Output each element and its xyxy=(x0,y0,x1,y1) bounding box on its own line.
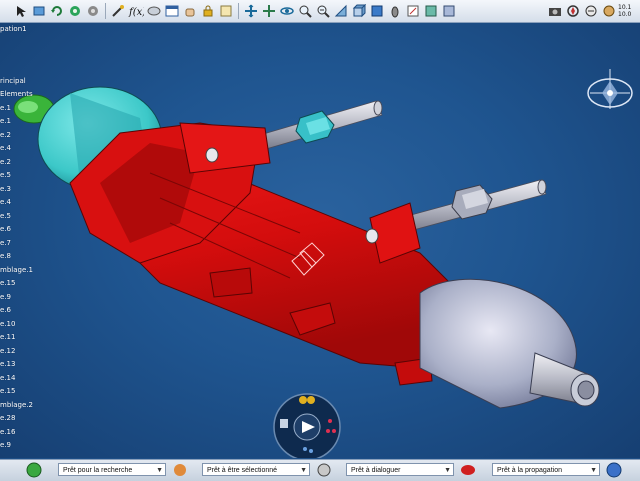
tree-item[interactable]: e.16 xyxy=(0,428,15,436)
tree-item[interactable]: pation1 xyxy=(0,25,27,33)
chevron-down-icon[interactable]: ▼ xyxy=(590,464,597,477)
rotate-view-icon[interactable] xyxy=(279,3,295,19)
tree-item[interactable]: e.10 xyxy=(0,320,15,328)
tree-item[interactable]: e.13 xyxy=(0,360,15,368)
scroll-icon[interactable] xyxy=(218,3,234,19)
tree-item[interactable]: e.8 xyxy=(0,252,11,260)
tree-item[interactable]: e.2 xyxy=(0,158,11,166)
cube-view-icon[interactable] xyxy=(369,3,385,19)
value-readout: 10.1 10.0 xyxy=(618,4,636,18)
rotate-icon[interactable] xyxy=(49,3,65,19)
search-green-icon[interactable] xyxy=(26,462,42,478)
tree-item[interactable]: mblage.2 xyxy=(0,401,33,409)
arrow-icon[interactable] xyxy=(13,3,29,19)
toolbar: f(x) 10.1 10.0 xyxy=(0,0,640,23)
tree-item[interactable]: e.4 xyxy=(0,198,11,206)
tree-item[interactable]: e.3 xyxy=(0,185,11,193)
settings-icon[interactable] xyxy=(85,3,101,19)
status-bar: Prêt pour la recherche ▼ Prêt à être séle… xyxy=(0,459,640,481)
compass-icon[interactable] xyxy=(565,3,581,19)
lower-shaft[interactable] xyxy=(399,179,547,233)
red-body[interactable] xyxy=(69,122,461,386)
status-field-4-label: Prêt à la propagation xyxy=(497,467,562,474)
measure-icon[interactable] xyxy=(583,3,599,19)
upper-shaft[interactable] xyxy=(259,100,383,150)
chat-icon[interactable] xyxy=(146,3,162,19)
analysis-icon[interactable] xyxy=(601,3,617,19)
status-field-2-label: Prêt à être sélectionné xyxy=(207,467,278,474)
tree-item[interactable]: e.11 xyxy=(0,333,15,341)
dialog-icon[interactable] xyxy=(316,462,332,478)
zoom-in-icon[interactable] xyxy=(297,3,313,19)
3d-viewport[interactable]: pation1 rincipal Elements e.1 e.1 e.2 e.4 e.2 e.… xyxy=(0,23,640,458)
tree-item[interactable]: e.9 xyxy=(0,293,11,301)
pan-icon[interactable] xyxy=(261,3,277,19)
tree-item[interactable]: e.2 xyxy=(0,131,11,139)
tree-item[interactable]: e.15 xyxy=(0,387,15,395)
tree-item[interactable]: e.6 xyxy=(0,306,11,314)
chevron-down-icon[interactable]: ▼ xyxy=(444,464,451,477)
recycle-icon[interactable] xyxy=(67,3,83,19)
tree-item[interactable]: e.7 xyxy=(0,239,11,247)
specification-tree[interactable]: pation1 rincipal Elements e.1 e.1 e.2 e.4 e.2 e.… xyxy=(0,23,80,458)
material-icon[interactable] xyxy=(441,3,457,19)
wand-icon[interactable] xyxy=(110,3,126,19)
tree-item[interactable]: mblage.1 xyxy=(0,266,33,274)
status-field-4[interactable]: Prêt à la propagation ▼ xyxy=(492,463,600,476)
select-icon[interactable] xyxy=(172,462,188,478)
value-bottom: 10.0 xyxy=(618,11,632,18)
chevron-down-icon[interactable]: ▼ xyxy=(156,464,163,477)
tree-item[interactable]: e.5 xyxy=(0,171,11,179)
tree-item[interactable]: Elements xyxy=(0,90,33,98)
tree-item[interactable]: e.14 xyxy=(0,374,15,382)
tree-item[interactable]: e.12 xyxy=(0,347,15,355)
propagation-icon[interactable] xyxy=(460,462,476,478)
mirror-icon[interactable] xyxy=(31,3,47,19)
zoom-out-icon[interactable] xyxy=(315,3,331,19)
status-field-2[interactable]: Prêt à être sélectionné ▼ xyxy=(202,463,310,476)
doc-icon[interactable] xyxy=(280,419,288,428)
iso-view-icon[interactable] xyxy=(351,3,367,19)
swap-space-icon[interactable] xyxy=(423,3,439,19)
hide-show-icon[interactable] xyxy=(405,3,421,19)
value-top: 10.1 xyxy=(618,4,632,11)
render-style-icon[interactable] xyxy=(387,3,403,19)
tree-item[interactable]: e.1 xyxy=(0,117,11,125)
camera-icon[interactable] xyxy=(547,3,563,19)
grey-nozzle[interactable] xyxy=(419,278,600,409)
svg-text:f(x): f(x) xyxy=(128,7,144,18)
tree-item[interactable]: rincipal xyxy=(0,77,26,85)
tree-item[interactable]: e.5 xyxy=(0,212,11,220)
lock-icon[interactable] xyxy=(200,3,216,19)
status-field-3-label: Prêt à dialoguer xyxy=(351,467,401,474)
fx-icon[interactable]: f(x) xyxy=(128,3,144,19)
navigation-wheel[interactable] xyxy=(270,391,344,458)
hand-icon[interactable] xyxy=(182,3,198,19)
tree-item[interactable]: e.15 xyxy=(0,279,15,287)
fit-all-icon[interactable] xyxy=(243,3,259,19)
table-icon[interactable] xyxy=(164,3,180,19)
compass-icon[interactable] xyxy=(580,63,640,115)
tree-item[interactable]: e.28 xyxy=(0,414,15,422)
tree-item[interactable]: e.9 xyxy=(0,441,11,449)
globe-icon[interactable] xyxy=(606,462,622,478)
status-field-1[interactable]: Prêt pour la recherche ▼ xyxy=(58,463,166,476)
tree-item[interactable]: e.6 xyxy=(0,225,11,233)
status-field-3[interactable]: Prêt à dialoguer ▼ xyxy=(346,463,454,476)
chevron-down-icon[interactable]: ▼ xyxy=(300,464,307,477)
tree-item[interactable]: e.1 xyxy=(0,104,11,112)
status-field-1-label: Prêt pour la recherche xyxy=(63,467,133,474)
tree-item[interactable]: e.4 xyxy=(0,144,11,152)
normal-view-icon[interactable] xyxy=(333,3,349,19)
